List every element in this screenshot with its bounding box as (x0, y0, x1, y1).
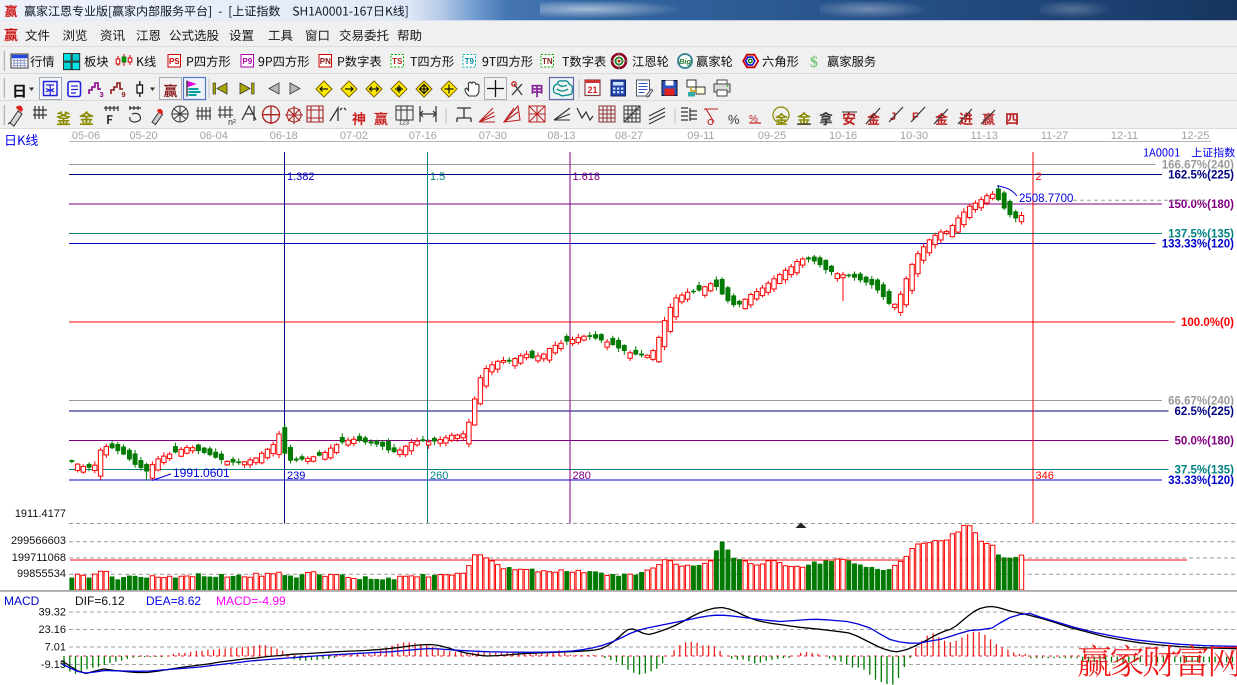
svg-text:PN: PN (320, 57, 331, 66)
svg-text:%: % (728, 112, 740, 127)
svg-text:T9: T9 (465, 57, 475, 66)
svg-text:1.618: 1.618 (573, 171, 601, 183)
svg-text:9: 9 (122, 90, 126, 99)
svg-text:23.16: 23.16 (38, 624, 66, 636)
svg-text:TS: TS (392, 57, 403, 66)
svg-text:1.5: 1.5 (430, 171, 445, 183)
svg-text:39.32: 39.32 (38, 607, 66, 619)
svg-text:1911.4177: 1911.4177 (15, 508, 66, 520)
svg-text:12-11: 12-11 (1111, 130, 1138, 142)
svg-text:DEA=8.62: DEA=8.62 (146, 594, 201, 608)
svg-text:199711068: 199711068 (12, 552, 66, 564)
svg-text:100.0%(0): 100.0%(0) (1181, 317, 1234, 329)
svg-text:21: 21 (587, 85, 597, 95)
svg-text:11-13: 11-13 (971, 130, 998, 142)
svg-text:06-18: 06-18 (270, 130, 298, 142)
svg-text:11-27: 11-27 (1041, 130, 1068, 142)
svg-text:07-16: 07-16 (409, 130, 437, 142)
svg-text:08-27: 08-27 (615, 130, 643, 142)
svg-text:MACD: MACD (4, 594, 40, 608)
svg-text:P9: P9 (242, 57, 252, 66)
svg-text:99855534: 99855534 (17, 568, 66, 580)
svg-text:Big: Big (679, 57, 692, 66)
svg-text:06-04: 06-04 (200, 130, 228, 142)
svg-text:2508.7700: 2508.7700 (1019, 193, 1073, 205)
svg-text:n²: n² (228, 117, 236, 127)
svg-text:123: 123 (399, 121, 410, 127)
svg-text:PS: PS (169, 57, 180, 66)
svg-text:10-30: 10-30 (900, 130, 928, 142)
svg-text:162.5%(225): 162.5%(225) (1168, 169, 1234, 181)
svg-text:09-11: 09-11 (687, 130, 714, 142)
svg-text:3: 3 (100, 90, 104, 99)
svg-text:DIF=6.12: DIF=6.12 (75, 594, 125, 608)
svg-text:TN: TN (542, 57, 553, 66)
svg-text:239: 239 (287, 470, 305, 482)
svg-text:260: 260 (430, 470, 448, 482)
svg-text:10-16: 10-16 (829, 130, 857, 142)
svg-text:05-20: 05-20 (130, 130, 158, 142)
svg-text:133.33%(120): 133.33%(120) (1162, 238, 1234, 250)
svg-text:07-02: 07-02 (340, 130, 368, 142)
svg-text:7.01: 7.01 (45, 642, 66, 654)
svg-text:09-25: 09-25 (758, 130, 786, 142)
svg-text:280: 280 (573, 470, 591, 482)
svg-text:33.33%(120): 33.33%(120) (1168, 475, 1234, 487)
svg-text:299566603: 299566603 (11, 535, 66, 547)
svg-text:62.5%(225): 62.5%(225) (1175, 406, 1235, 418)
svg-text:05-06: 05-06 (72, 130, 100, 142)
svg-text:MACD=-4.99: MACD=-4.99 (216, 594, 286, 608)
svg-text:1.382: 1.382 (287, 171, 315, 183)
svg-text:08-13: 08-13 (547, 130, 575, 142)
svg-text:346: 346 (1036, 470, 1054, 482)
svg-text:2: 2 (1036, 171, 1042, 183)
svg-text:50.0%(180): 50.0%(180) (1175, 435, 1235, 447)
svg-text:$: $ (810, 54, 818, 71)
svg-text:12-25: 12-25 (1181, 130, 1209, 142)
svg-text:1991.0601: 1991.0601 (173, 466, 230, 480)
svg-text:07-30: 07-30 (479, 130, 507, 142)
